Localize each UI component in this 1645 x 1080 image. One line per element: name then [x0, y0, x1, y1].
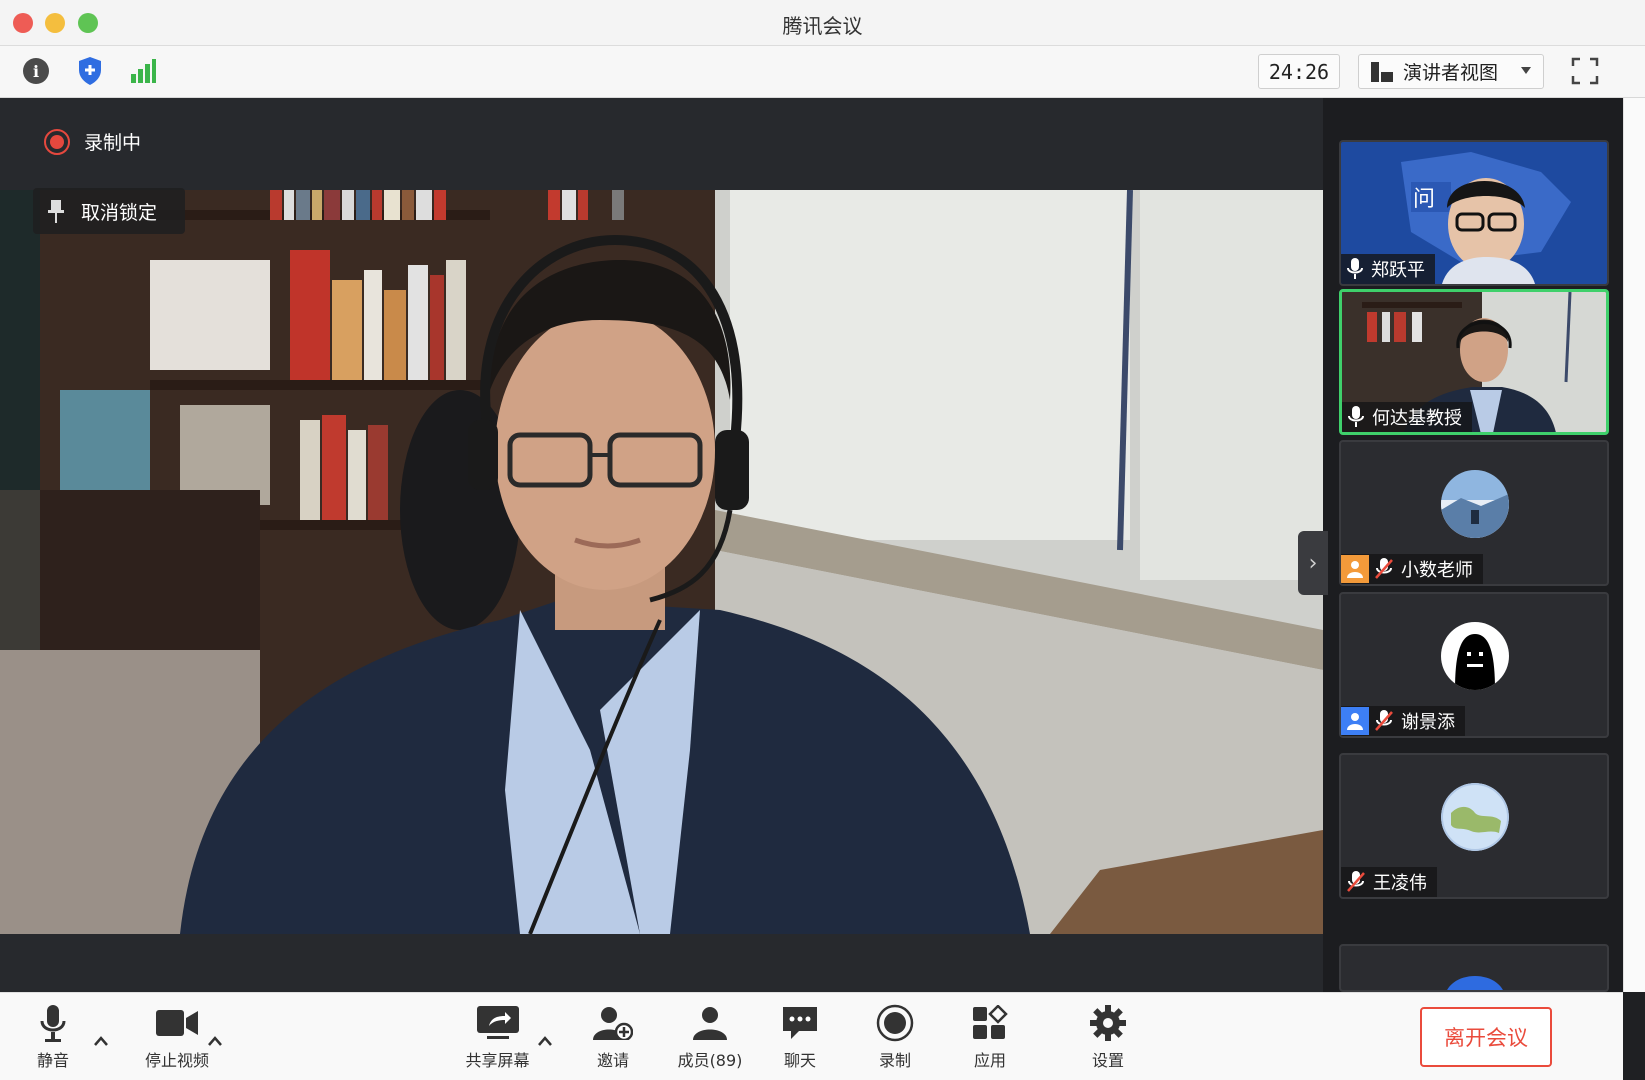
participant-name-tag: 郑跃平: [1341, 254, 1435, 284]
invite-button[interactable]: 邀请: [568, 999, 658, 1071]
apps-grid-icon: [945, 999, 1035, 1047]
participant-sidebar: 问 郑跃平 何达基教授 小数老师 谢景添 王凌伟: [1323, 98, 1623, 992]
participant-name-tag: 小数老师: [1341, 554, 1483, 584]
microphone-icon: [8, 999, 98, 1047]
participant-tile-active[interactable]: 何达基教授: [1339, 289, 1609, 435]
participant-avatar: [1441, 470, 1509, 538]
participant-avatar: [1441, 622, 1509, 690]
microphone-muted-icon: [1375, 558, 1393, 580]
mute-button[interactable]: 静音: [8, 999, 98, 1071]
meeting-window: 腾讯会议 i 24:26 演讲者视图 录制中 取消锁定 › 问 郑跃平 何达基教…: [0, 0, 1645, 1080]
apps-label: 应用: [973, 1051, 1006, 1070]
mute-label: 静音: [36, 1051, 69, 1070]
collapse-sidebar-button[interactable]: ›: [1298, 531, 1328, 595]
window-title: 腾讯会议: [782, 14, 863, 38]
participant-tile[interactable]: 问 郑跃平: [1339, 140, 1609, 286]
record-icon: [850, 999, 940, 1047]
microphone-icon: [1348, 406, 1364, 428]
participant-name: 郑跃平: [1371, 260, 1425, 281]
view-mode-dropdown[interactable]: 演讲者视图: [1358, 54, 1544, 89]
participant-name: 小数老师: [1401, 560, 1473, 581]
fullscreen-icon[interactable]: [1570, 56, 1600, 86]
participant-tile[interactable]: [1339, 944, 1609, 992]
microphone-muted-icon: [1375, 710, 1393, 732]
meeting-info-icon[interactable]: i: [20, 55, 52, 87]
chat-button[interactable]: 聊天: [755, 999, 845, 1071]
user-badge-icon: [1341, 707, 1369, 735]
stop-video-label: 停止视频: [144, 1051, 209, 1070]
apps-button[interactable]: 应用: [945, 999, 1035, 1071]
meeting-controls-bar: 静音 停止视频 共享屏幕 邀请 成员(89) 聊天 录制 应用 设置 离开会议: [0, 992, 1623, 1080]
audio-options-chevron-up-icon[interactable]: [94, 1031, 108, 1046]
main-stage: 录制中 取消锁定 ›: [0, 98, 1328, 992]
chevron-down-icon: [1521, 67, 1531, 74]
participant-avatar: [1441, 783, 1509, 851]
share-options-chevron-up-icon[interactable]: [538, 1031, 552, 1046]
settings-label: 设置: [1091, 1051, 1124, 1070]
leave-meeting-button[interactable]: 离开会议: [1420, 1007, 1552, 1067]
add-user-icon: [568, 999, 658, 1047]
meeting-toolbar: i 24:26 演讲者视图: [0, 46, 1645, 98]
speaker-layout-icon: [1371, 61, 1393, 82]
members-label: 成员(89): [677, 1051, 743, 1070]
security-shield-icon[interactable]: [74, 55, 106, 87]
participant-name-tag: 何达基教授: [1342, 402, 1472, 432]
meeting-timer: 24:26: [1258, 54, 1340, 89]
microphone-icon: [1347, 258, 1363, 280]
record-button[interactable]: 录制: [850, 999, 940, 1071]
microphone-muted-icon: [1347, 871, 1365, 893]
participant-name: 王凌伟: [1373, 873, 1427, 894]
gear-icon: [1063, 999, 1153, 1047]
participant-tile[interactable]: 王凌伟: [1339, 753, 1609, 899]
unlock-label: 取消锁定: [81, 201, 158, 224]
pin-icon: [47, 198, 65, 224]
unlock-button[interactable]: 取消锁定: [33, 188, 186, 234]
share-screen-icon: [450, 999, 545, 1047]
speaker-video[interactable]: [0, 190, 1323, 934]
view-mode-label: 演讲者视图: [1403, 62, 1499, 84]
user-badge-icon: [1341, 555, 1369, 583]
title-bar: 腾讯会议: [0, 0, 1645, 46]
network-signal-icon[interactable]: [127, 55, 159, 87]
recording-indicator: 录制中: [44, 128, 141, 155]
participant-tile[interactable]: 小数老师: [1339, 440, 1609, 586]
record-label: 录制: [878, 1051, 911, 1070]
recording-dot-icon: [44, 128, 70, 155]
participant-name: 何达基教授: [1372, 408, 1462, 429]
members-button[interactable]: 成员(89): [660, 999, 760, 1071]
chat-bubble-icon: [755, 999, 845, 1047]
svg-text:问: 问: [1413, 187, 1435, 212]
invite-label: 邀请: [596, 1051, 629, 1070]
participant-tile[interactable]: 谢景添: [1339, 592, 1609, 738]
window-edge: [1623, 98, 1645, 992]
participant-name-tag: 谢景添: [1341, 706, 1465, 736]
chat-label: 聊天: [783, 1051, 816, 1070]
recording-label: 录制中: [84, 132, 142, 154]
video-options-chevron-up-icon[interactable]: [208, 1031, 222, 1046]
members-icon: [660, 999, 760, 1047]
participant-name-tag: 王凌伟: [1341, 867, 1437, 897]
chevron-right-icon: ›: [1308, 550, 1318, 576]
share-label: 共享屏幕: [465, 1051, 530, 1070]
settings-button[interactable]: 设置: [1063, 999, 1153, 1071]
share-screen-button[interactable]: 共享屏幕: [450, 999, 545, 1071]
participant-name: 谢景添: [1401, 712, 1455, 733]
